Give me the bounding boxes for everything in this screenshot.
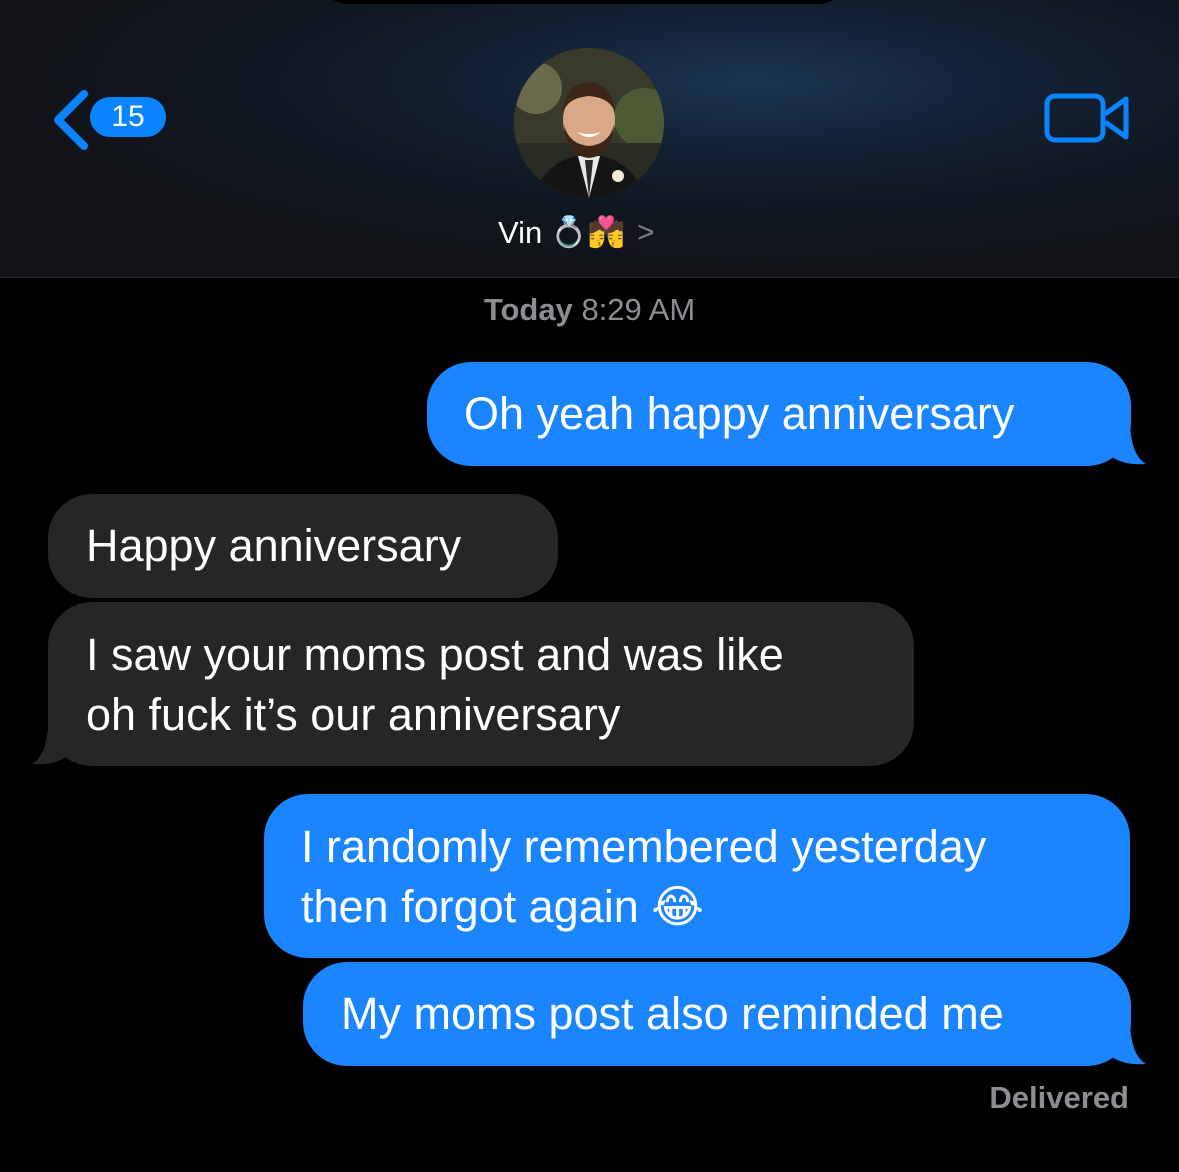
sent-bubble-tail bbox=[1108, 1026, 1146, 1065]
device-notch bbox=[318, 0, 848, 4]
contact-emoji: 💍💏 bbox=[550, 216, 625, 249]
message-line: oh fuck it’s our anniversary bbox=[86, 689, 621, 740]
conversation-header: 15 Vin 💍💏 > bbox=[0, 0, 1179, 278]
video-camera-icon bbox=[1044, 93, 1129, 143]
received-message-bubble[interactable]: I saw your moms post and was like oh fuc… bbox=[48, 602, 914, 766]
sent-message-bubble[interactable]: I randomly remembered yesterday then for… bbox=[264, 794, 1130, 958]
sent-bubble-tail bbox=[1108, 426, 1146, 465]
video-call-button[interactable] bbox=[1044, 90, 1130, 146]
message-line: Happy anniversary bbox=[86, 520, 462, 571]
contact-name-button[interactable]: Vin 💍💏 > bbox=[498, 210, 655, 256]
message-line: My moms post also reminded me bbox=[341, 988, 1004, 1039]
delivery-status: Delivered bbox=[989, 1080, 1129, 1115]
contact-avatar[interactable] bbox=[514, 48, 664, 198]
sent-message-bubble[interactable]: Oh yeah happy anniversary bbox=[427, 362, 1131, 466]
sent-message-bubble[interactable]: My moms post also reminded me bbox=[303, 962, 1131, 1066]
received-bubble-tail bbox=[32, 726, 70, 765]
avatar-photo bbox=[514, 48, 664, 198]
timestamp-time: 8:29 AM bbox=[581, 292, 696, 327]
back-button[interactable]: 15 bbox=[42, 86, 172, 150]
received-message-bubble[interactable]: Happy anniversary bbox=[48, 494, 558, 598]
thread-timestamp: Today 8:29 AM bbox=[0, 292, 1179, 328]
message-line: I saw your moms post and was like bbox=[86, 629, 784, 680]
contact-name: Vin bbox=[498, 215, 543, 250]
back-chevron-icon bbox=[54, 90, 88, 150]
timestamp-day: Today bbox=[483, 292, 573, 327]
contact-chevron-icon: > bbox=[636, 216, 655, 249]
message-line: then forgot again 😂 bbox=[301, 881, 704, 932]
message-line: I randomly remembered yesterday bbox=[301, 821, 987, 872]
unread-count-badge: 15 bbox=[90, 97, 166, 137]
message-line: Oh yeah happy anniversary bbox=[464, 388, 1015, 439]
